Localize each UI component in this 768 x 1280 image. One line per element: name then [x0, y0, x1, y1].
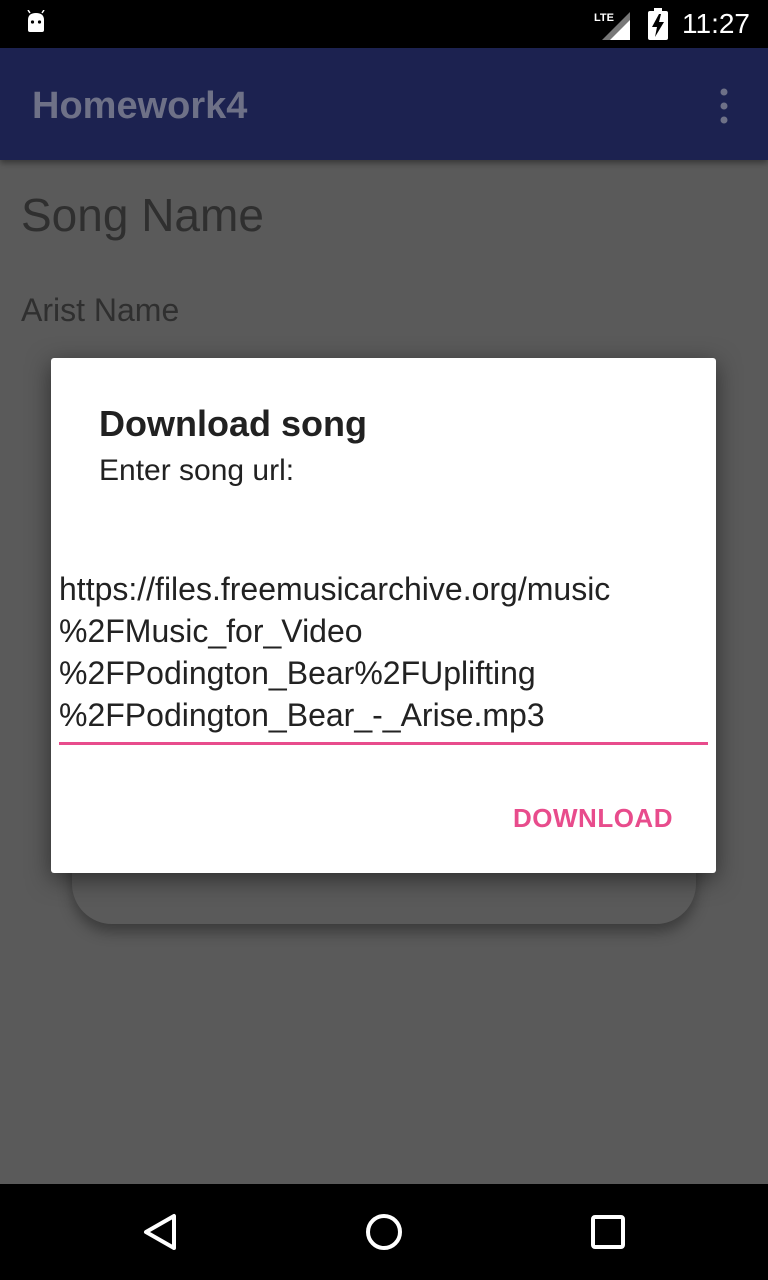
android-icon [27, 10, 45, 32]
svg-text:LTE: LTE [594, 12, 614, 24]
song-url-input[interactable]: https://files.freemusicarchive.org/music… [59, 568, 709, 736]
artist-name-label: Arist Name [21, 292, 180, 328]
download-button[interactable]: DOWNLOAD [499, 788, 687, 848]
song-name-label: Song Name [21, 189, 264, 241]
app-title: Homework4 [32, 85, 248, 127]
app-bar: Homework4 [0, 48, 768, 160]
dialog-title: Download song [99, 403, 367, 444]
url-text-line: %2FMusic_for_Video [59, 613, 363, 649]
download-dialog: Download song Enter song url: https://fi… [51, 358, 716, 873]
url-text-line: https://files.freemusicarchive.org/music [59, 571, 611, 607]
navigation-bar [0, 1184, 768, 1280]
screen: LTE 11:27 Homework4 Song Name Arist Name… [0, 0, 768, 1280]
back-icon[interactable] [136, 1208, 184, 1256]
home-icon[interactable] [360, 1208, 408, 1256]
more-vert-icon[interactable] [708, 84, 740, 128]
url-text-line: %2FPodington_Bear%2FUplifting [59, 655, 536, 691]
recents-icon[interactable] [584, 1208, 632, 1256]
url-text-line: %2FPodington_Bear_-_Arise.mp3 [59, 697, 545, 733]
battery-charging-icon [648, 8, 668, 40]
input-underline [59, 742, 708, 745]
lte-signal-icon: LTE [594, 12, 630, 40]
status-bar: LTE 11:27 [0, 0, 768, 48]
status-clock: 11:27 [682, 8, 750, 39]
dialog-message: Enter song url: [99, 454, 295, 487]
